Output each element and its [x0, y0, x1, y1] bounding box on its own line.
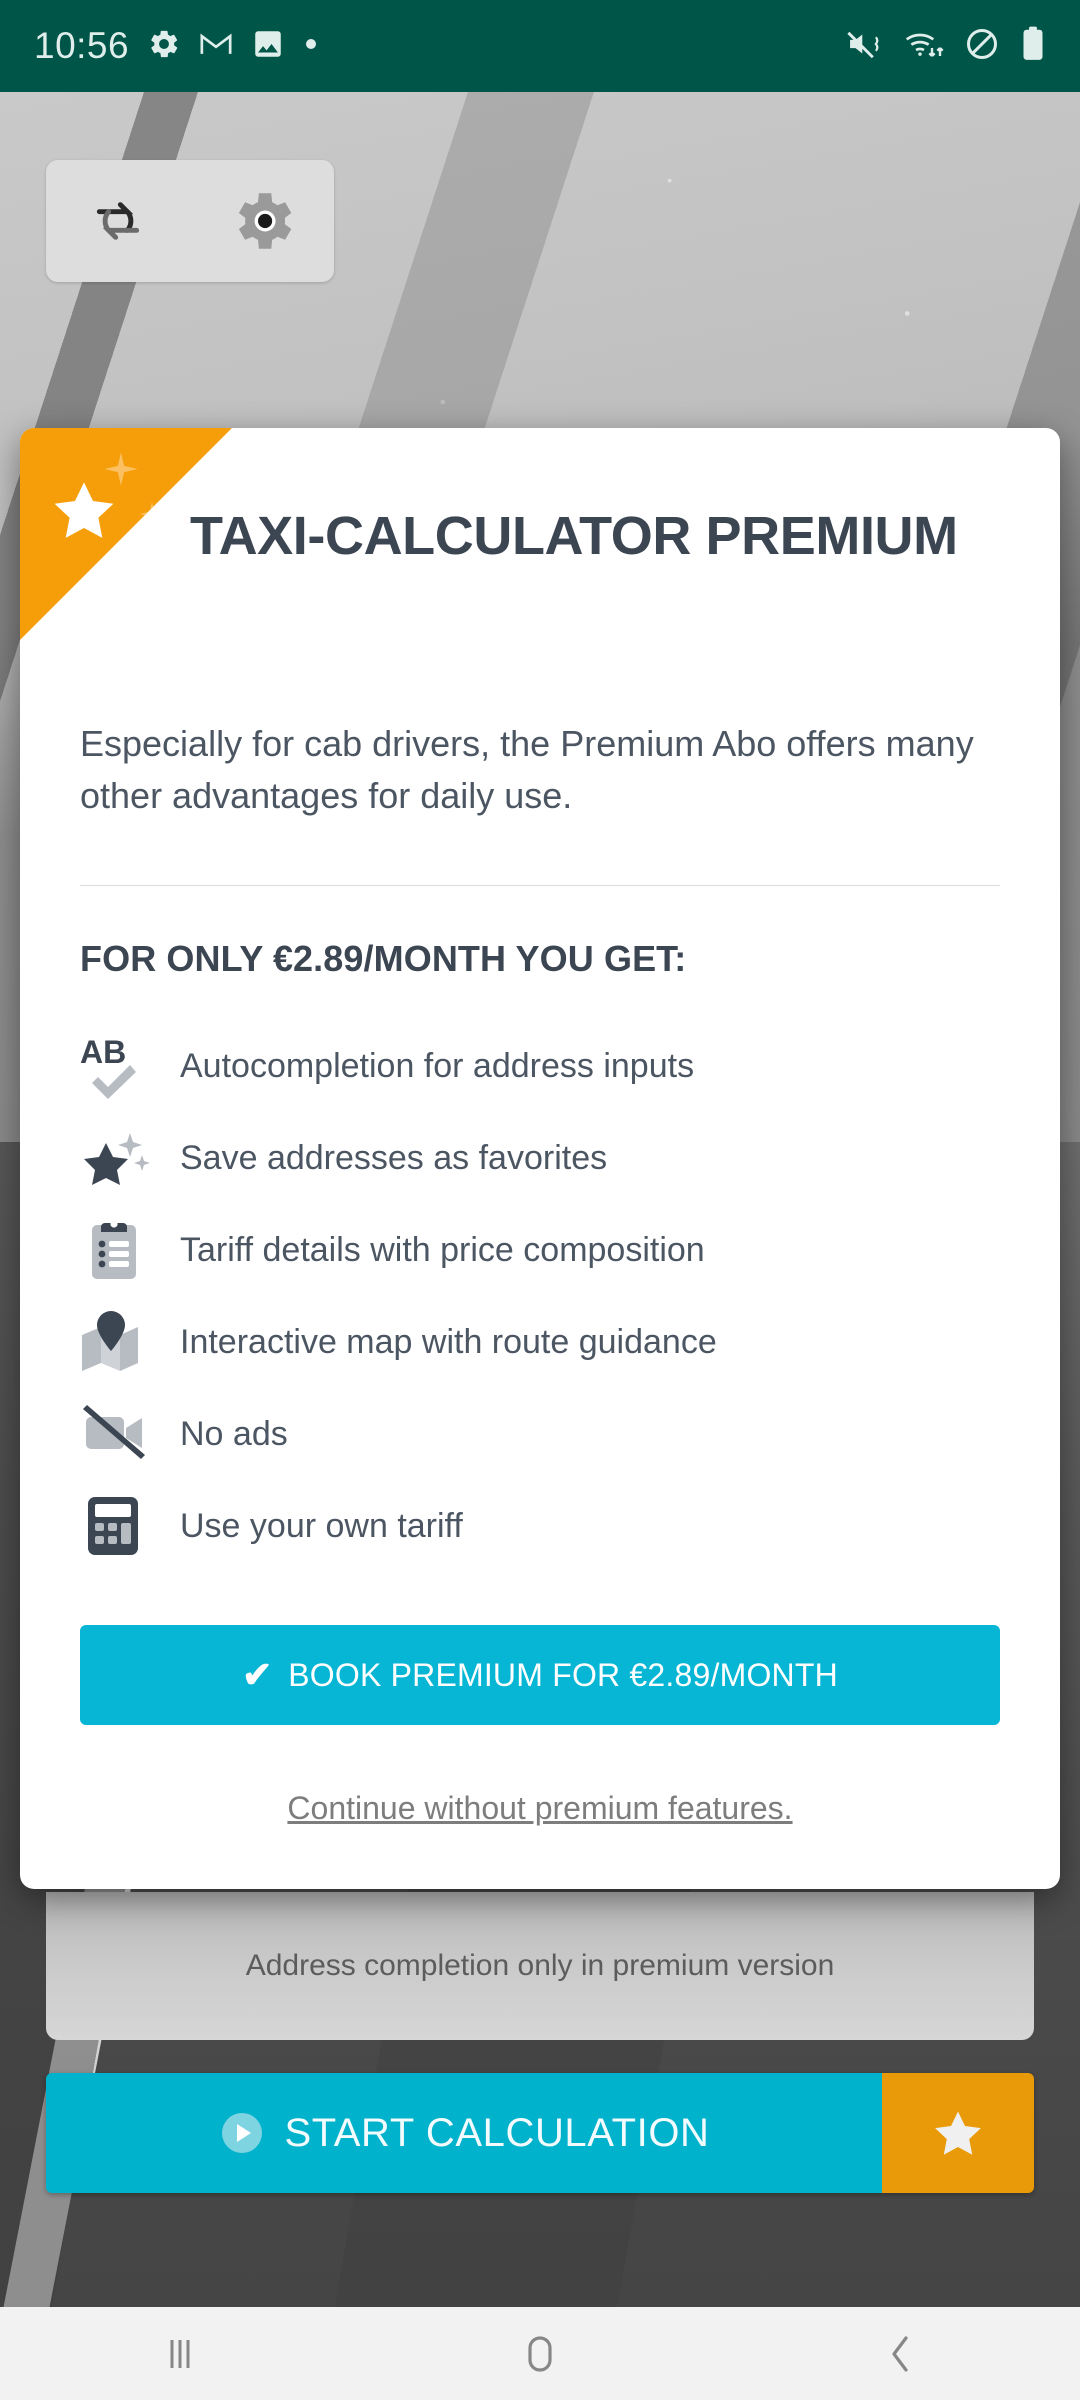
list-item-label: Save addresses as favorites [180, 1138, 608, 1177]
navigation-bar [0, 2307, 1080, 2400]
vibrate-mute-icon [846, 27, 884, 66]
recents-button[interactable] [90, 2307, 270, 2400]
premium-star-button[interactable] [882, 2073, 1034, 2193]
svg-text:AB: AB [80, 1034, 126, 1070]
back-icon [892, 2335, 908, 2372]
price-heading: FOR ONLY €2.89/MONTH YOU GET: [80, 938, 687, 979]
settings-icon [147, 27, 181, 66]
divider [80, 885, 1000, 886]
status-bar-right [846, 25, 1046, 68]
calculator-icon [80, 1493, 154, 1559]
list-item-label: No ads [180, 1414, 288, 1453]
continue-without-premium-link[interactable]: Continue without premium features. [0, 1790, 1080, 1827]
start-calculation-label: START CALCULATION [284, 2110, 710, 2155]
photos-icon [251, 27, 285, 66]
settings-button[interactable] [190, 160, 334, 282]
back-button[interactable] [810, 2307, 990, 2400]
autocomplete-ab-check-icon: AB [80, 1033, 154, 1099]
list-item-label: Interactive map with route guidance [180, 1322, 717, 1361]
notification-dot-icon [303, 36, 319, 57]
status-bar: 10:56 [0, 0, 1080, 92]
hint-text: Address completion only in premium versi… [245, 1949, 835, 1982]
map-toolbar [46, 160, 334, 282]
recents-icon [170, 2339, 190, 2368]
status-bar-left: 10:56 [34, 25, 319, 67]
dialog-description: Especially for cab drivers, the Premium … [80, 723, 974, 817]
list-item-label: Use your own tariff [180, 1506, 463, 1545]
list-item-label: Autocompletion for address inputs [180, 1046, 695, 1085]
video-off-icon [80, 1401, 154, 1467]
book-premium-button[interactable]: ✔ BOOK PREMIUM FOR €2.89/MONTH [80, 1625, 1000, 1725]
check-icon: ✔ [242, 1654, 273, 1695]
start-calculation-bar: START CALCULATION [46, 2073, 1034, 2193]
do-not-disturb-icon [964, 26, 1000, 67]
map-pin-icon [80, 1309, 154, 1375]
list-item: Use your own tariff [80, 1480, 980, 1572]
phone-screen: 10:56 Address completion only in premium… [0, 0, 1080, 2400]
list-item-label: Tariff details with price composition [180, 1230, 705, 1269]
home-button[interactable] [450, 2307, 630, 2400]
feature-list: AB Autocompletion for address inputs Sav… [80, 1020, 980, 1572]
hint-card: Address completion only in premium versi… [46, 1892, 1034, 2040]
book-premium-label: BOOK PREMIUM FOR €2.89/MONTH [288, 1656, 838, 1693]
favorite-star-icon [80, 1125, 154, 1191]
swap-direction-button[interactable] [46, 160, 190, 282]
home-icon [528, 2335, 552, 2372]
gmail-icon [199, 27, 233, 66]
star-icon [935, 2111, 981, 2155]
list-item: Tariff details with price composition [80, 1204, 980, 1296]
battery-icon [1020, 25, 1046, 68]
list-item: Save addresses as favorites [80, 1112, 980, 1204]
start-calculation-button[interactable]: START CALCULATION [46, 2073, 882, 2193]
status-clock: 10:56 [34, 25, 130, 66]
play-icon [222, 2113, 263, 2153]
clipboard-list-icon [80, 1217, 154, 1283]
list-item: AB Autocompletion for address inputs [80, 1020, 980, 1112]
page-title: TAXI-CALCULATOR PREMIUM [190, 506, 958, 566]
list-item: Interactive map with route guidance [80, 1296, 980, 1388]
list-item: No ads [80, 1388, 980, 1480]
wifi-icon [904, 27, 944, 66]
